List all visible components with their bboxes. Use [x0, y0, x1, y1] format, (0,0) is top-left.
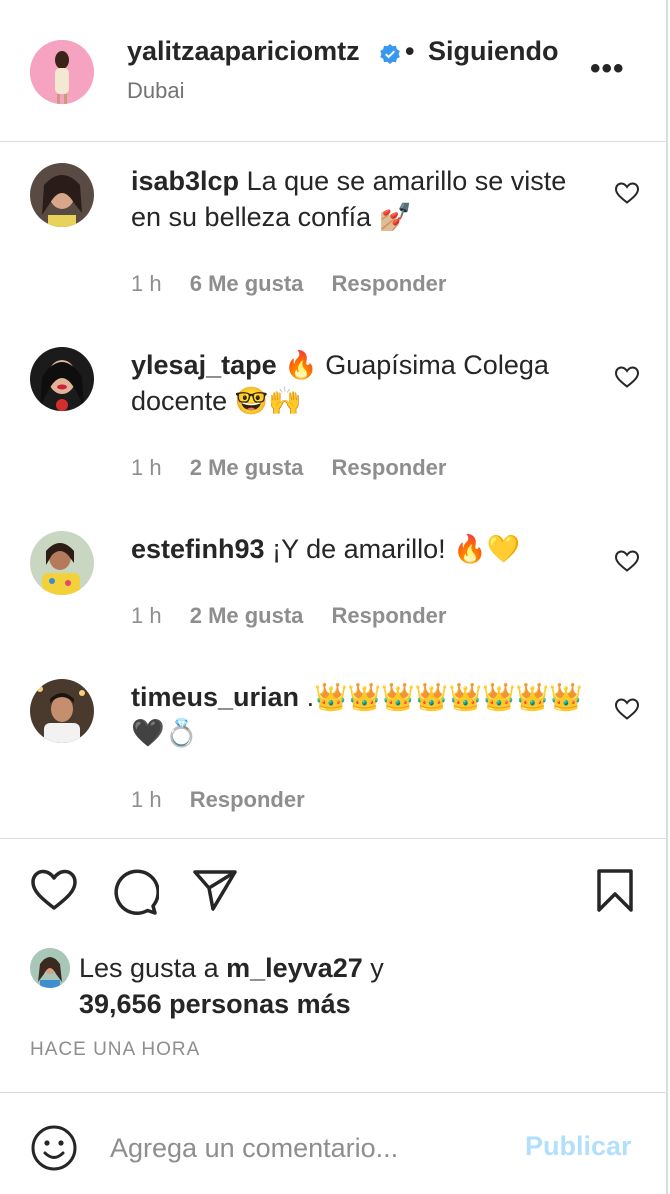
comment-username[interactable]: timeus_urian [131, 682, 299, 712]
author-avatar[interactable] [30, 40, 94, 104]
like-heart-icon[interactable] [30, 868, 78, 912]
like-comment-heart-icon[interactable] [614, 549, 640, 573]
likes-count[interactable]: 39,656 personas más [79, 989, 351, 1019]
reply-button[interactable]: Responder [332, 455, 447, 480]
comment-likes-count[interactable]: 6 Me gusta [190, 271, 304, 296]
commenter-avatar[interactable] [30, 531, 94, 595]
comment-time: 1 h [131, 271, 162, 296]
likes-summary: Les gusta a m_leyva27 y 39,656 personas … [79, 950, 639, 1022]
comment-meta: 1 h 2 Me gusta Responder [131, 455, 468, 481]
liker-username[interactable]: m_leyva27 [226, 953, 363, 983]
actions-divider [0, 838, 668, 839]
author-username[interactable]: yalitzaapariciomtz [127, 36, 360, 67]
comment-time: 1 h [131, 603, 162, 628]
header-separator: • [405, 36, 415, 66]
share-send-icon[interactable] [192, 868, 238, 912]
comment-time: 1 h [131, 455, 162, 480]
more-options-icon[interactable]: ••• [590, 52, 625, 86]
commenter-avatar[interactable] [30, 163, 94, 227]
post-location[interactable]: Dubai [127, 78, 184, 104]
post-timestamp[interactable]: HACE UNA HORA [30, 1039, 200, 1061]
comment-meta: 1 h Responder [131, 787, 327, 813]
comment-text: ylesaj_tape 🔥 Guapísima Colega docente 🤓… [131, 347, 591, 419]
comment-username[interactable]: estefinh93 [131, 534, 265, 564]
like-comment-heart-icon[interactable] [614, 697, 640, 721]
like-comment-heart-icon[interactable] [614, 181, 640, 205]
comment-text: estefinh93 ¡Y de amarillo! 🔥💛 [131, 531, 591, 567]
reply-button[interactable]: Responder [332, 271, 447, 296]
comment-meta: 1 h 6 Me gusta Responder [131, 271, 468, 297]
likes-prefix: Les gusta a [79, 953, 227, 983]
reply-button[interactable]: Responder [190, 787, 305, 812]
comment-username[interactable]: isab3lcp [131, 166, 239, 196]
comment-input[interactable] [110, 1126, 510, 1170]
comment-bubble-icon[interactable] [111, 868, 159, 916]
liker-avatar[interactable] [30, 948, 70, 988]
comment-time: 1 h [131, 787, 162, 812]
publish-button[interactable]: Publicar [525, 1131, 632, 1162]
like-comment-heart-icon[interactable] [614, 365, 640, 389]
comment-text: timeus_urian .👑👑👑👑👑👑👑👑🖤💍 [131, 679, 591, 751]
verified-badge-icon [380, 44, 400, 64]
post-header: yalitzaapariciomtz • Siguiendo ••• Dubai [0, 0, 668, 142]
likes-middle: y [362, 953, 384, 983]
emoji-smiley-icon[interactable] [30, 1124, 78, 1172]
comment-meta: 1 h 2 Me gusta Responder [131, 603, 468, 629]
commenter-avatar[interactable] [30, 679, 94, 743]
follow-status-button[interactable]: Siguiendo [428, 36, 559, 67]
comment-likes-count[interactable]: 2 Me gusta [190, 603, 304, 628]
post-panel: yalitzaapariciomtz • Siguiendo ••• Dubai… [0, 0, 668, 1194]
comment-text: isab3lcp La que se amarillo se viste en … [131, 163, 591, 235]
comment-username[interactable]: ylesaj_tape [131, 350, 277, 380]
commenter-avatar[interactable] [30, 347, 94, 411]
reply-button[interactable]: Responder [332, 603, 447, 628]
comment-likes-count[interactable]: 2 Me gusta [190, 455, 304, 480]
save-bookmark-icon[interactable] [596, 868, 634, 914]
comment-body: ¡Y de amarillo! 🔥💛 [272, 534, 521, 564]
